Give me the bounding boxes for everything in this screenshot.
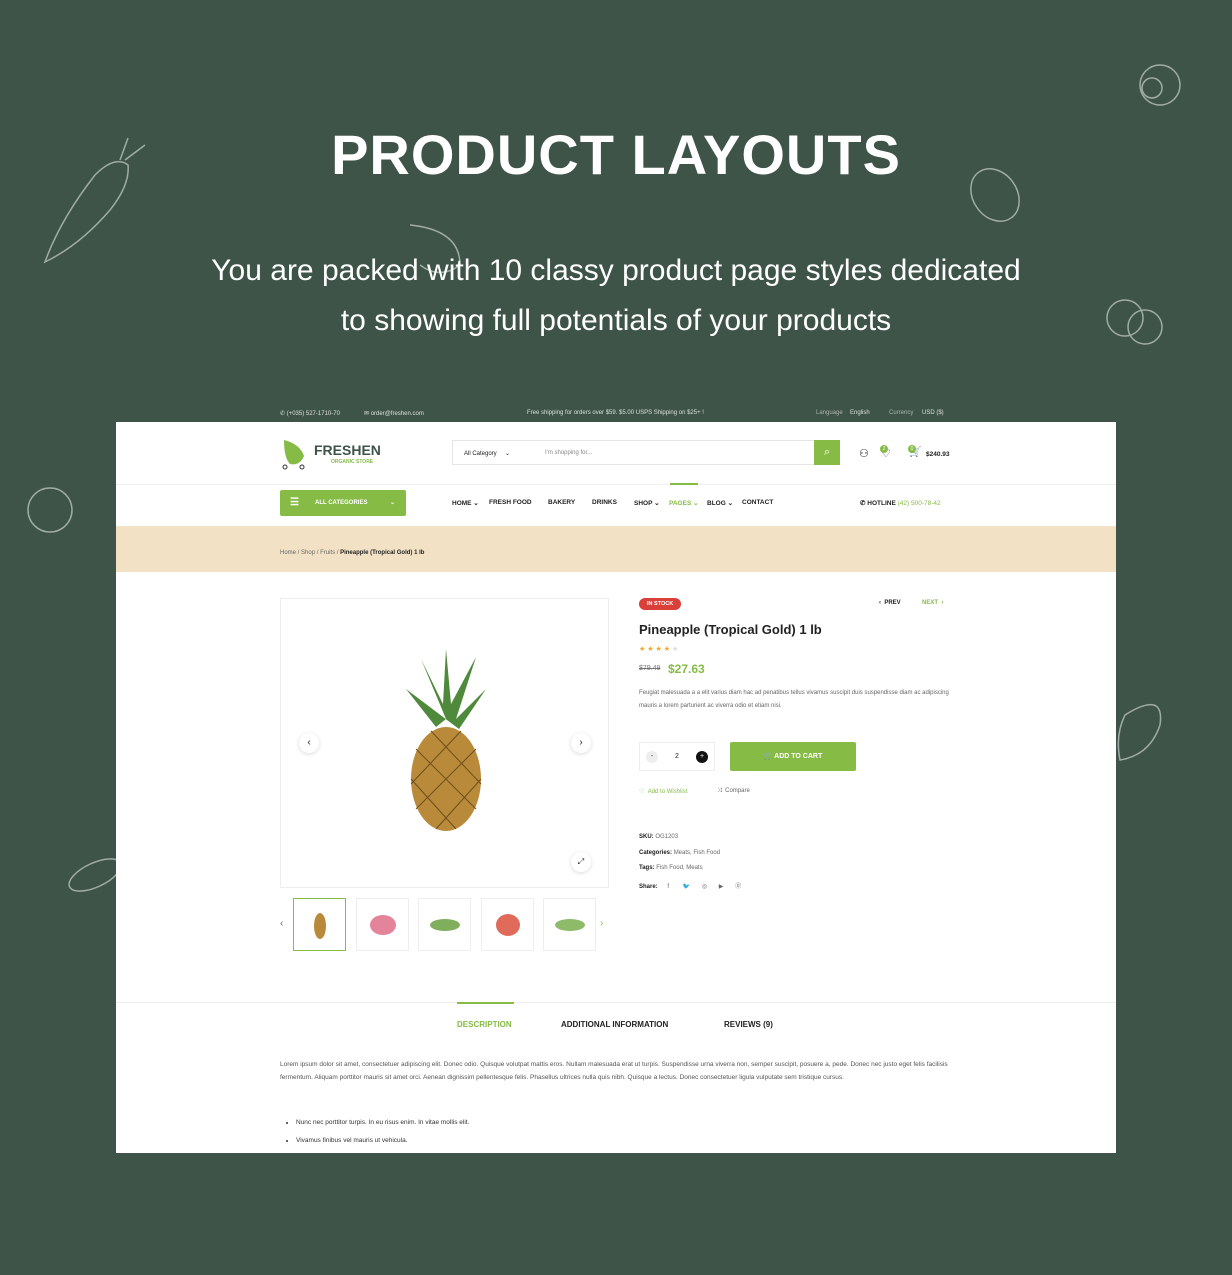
add-to-cart-button[interactable]: 🛒 ADD TO CART <box>730 742 856 771</box>
pineapple-image <box>406 649 486 831</box>
thumbnail[interactable] <box>418 898 471 951</box>
facebook-icon[interactable]: f <box>667 884 669 890</box>
nav-home[interactable]: HOME ⌄ <box>452 499 479 507</box>
hotline[interactable]: ✆ HOTLINE (42) 500-78-42 <box>860 499 941 507</box>
tab-reviews[interactable]: REVIEWS (9) <box>724 1020 773 1029</box>
old-price: $79.49 <box>639 665 661 672</box>
twitter-icon[interactable]: 🐦 <box>683 884 690 890</box>
nav-bakery[interactable]: BAKERY <box>548 499 575 506</box>
instagram-icon[interactable]: ◎ <box>702 884 707 890</box>
price: $27.63 <box>668 662 705 676</box>
breadcrumb-fruits[interactable]: Fruits <box>320 550 335 556</box>
gallery-next-button[interactable]: › <box>571 733 591 753</box>
thumbnail[interactable] <box>543 898 596 951</box>
zoom-expand-icon[interactable]: ⤢ <box>571 852 591 872</box>
star-icon: ★ <box>655 646 664 653</box>
breadcrumb-shop[interactable]: Shop <box>301 550 315 556</box>
description-bullets: Nunc nec porttitor turpis. In eu risus e… <box>296 1114 469 1150</box>
account-icon[interactable]: ⚇ <box>859 447 869 460</box>
breadcrumb-home[interactable]: Home <box>280 550 296 556</box>
search-input[interactable]: I'm shopping for... <box>545 450 592 456</box>
language-select[interactable]: English <box>850 410 870 416</box>
breadcrumb-current: Pineapple (Tropical Gold) 1 lb <box>340 550 425 556</box>
cart-total[interactable]: $240.93 <box>926 451 950 458</box>
product-gallery: ‹ › ⤢ <box>280 598 609 888</box>
hero-subtitle-line: to showing full potentials of your produ… <box>340 304 892 337</box>
quantity-input[interactable]: 2 <box>675 753 679 760</box>
share: Share: f 🐦 ◎ ▶ ⓪ <box>639 884 742 890</box>
logo-icon <box>282 440 305 470</box>
top-bar: ✆ (+035) 527-1710-70 ✉ order@freshen.com… <box>116 404 1116 422</box>
tab-description[interactable]: DESCRIPTION <box>457 1020 512 1029</box>
logo-text[interactable]: FRESHEN <box>314 442 381 458</box>
pinterest-icon[interactable]: ⓪ <box>735 884 741 890</box>
currency-select[interactable]: USD ($) <box>922 410 944 416</box>
thumbnail-pineapple[interactable] <box>293 898 346 951</box>
quantity-increase-button[interactable]: + <box>696 751 708 763</box>
nav-pages[interactable]: PAGES ⌄ <box>669 499 699 507</box>
product-title: Pineapple (Tropical Gold) 1 lb <box>639 622 822 637</box>
list-item: Nunc nec porttitor turpis. In eu risus e… <box>296 1114 469 1132</box>
add-to-wishlist-link[interactable]: ♡ Add to Wishlist <box>639 788 687 795</box>
thumbnail[interactable] <box>481 898 534 951</box>
nav-active-indicator <box>670 483 698 485</box>
thumbs-prev-icon[interactable]: ‹ <box>280 918 283 929</box>
list-item: Vivamus finibus vel mauris ut vehicula. <box>296 1132 469 1150</box>
wishlist-count: 2 <box>880 445 888 453</box>
search-category-select[interactable]: All Category ⌄ <box>464 450 510 457</box>
star-icon: ★ <box>671 646 679 653</box>
broccoli-doodle-icon <box>27 487 73 533</box>
phone[interactable]: ✆ (+035) 527-1710-70 <box>280 410 340 417</box>
tags: Tags: Fish Food, Meats <box>639 865 703 871</box>
prev-product-link[interactable]: ‹ PREV <box>879 600 901 606</box>
nav-divider <box>116 484 1116 485</box>
quantity-decrease-button[interactable]: - <box>646 751 658 763</box>
short-description: Feugiat malesuada a a elit varius diam h… <box>639 690 949 709</box>
email[interactable]: ✉ order@freshen.com <box>364 410 424 417</box>
nav-fresh-food[interactable]: FRESH FOOD <box>489 499 532 506</box>
compare-link[interactable]: ⤨ Compare <box>717 788 750 795</box>
cart-count: 0 <box>908 445 916 453</box>
language-label: Language <box>816 410 843 416</box>
breadcrumb: Home / Shop / Fruits / Pineapple (Tropic… <box>116 526 1116 572</box>
tabs-divider <box>116 1002 1116 1003</box>
onion-doodle-icon <box>1139 64 1181 106</box>
description-text: Lorem ipsum dolor sit amet, consectetuer… <box>280 1061 948 1081</box>
pepper-doodle-icon <box>1117 703 1162 761</box>
nav-blog[interactable]: BLOG ⌄ <box>707 499 733 507</box>
active-tab-indicator <box>457 1002 514 1004</box>
thumbs-next-icon[interactable]: › <box>600 918 603 929</box>
categories: Categories: Meats, Fish Food <box>639 850 721 856</box>
star-icon: ★ <box>639 646 648 653</box>
sku: SKU: OG1203 <box>639 834 679 840</box>
thumbnail[interactable] <box>356 898 409 951</box>
search-button[interactable]: ⌕ <box>814 440 840 465</box>
currency-label: Currency <box>889 410 914 416</box>
quantity-stepper: - 2 + <box>639 742 715 771</box>
rating-stars: ★ ★ ★ ★ ★ <box>639 645 678 653</box>
next-product-link[interactable]: NEXT › <box>922 600 943 606</box>
nav-drinks[interactable]: DRINKS <box>592 499 617 506</box>
tab-additional-information[interactable]: ADDITIONAL INFORMATION <box>561 1020 668 1029</box>
all-categories-button[interactable]: ☰ ALL CATEGORIES ⌄ <box>280 490 406 516</box>
stock-badge: IN STOCK <box>639 598 682 610</box>
youtube-icon[interactable]: ▶ <box>719 884 724 890</box>
hero-title: PRODUCT LAYOUTS <box>331 123 901 186</box>
menu-icon: ☰ <box>290 497 299 508</box>
nav-shop[interactable]: SHOP ⌄ <box>634 499 660 507</box>
shipping-notice: Free shipping for orders over $59. $5.00… <box>527 410 704 416</box>
logo-subtitle: ORGANIC STORE <box>331 459 374 465</box>
product-page: FRESHEN ORGANIC STORE All Category ⌄ I'm… <box>116 422 1116 1153</box>
gallery-prev-button[interactable]: ‹ <box>299 733 319 753</box>
hero-subtitle: You are packed with 10 classy product pa… <box>0 246 1232 346</box>
hero-subtitle-line: You are packed with 10 classy product pa… <box>211 254 1021 287</box>
nav-contact[interactable]: CONTACT <box>742 499 773 506</box>
star-icon: ★ <box>663 646 672 653</box>
search-bar: All Category ⌄ I'm shopping for... ⌕ <box>452 440 840 465</box>
